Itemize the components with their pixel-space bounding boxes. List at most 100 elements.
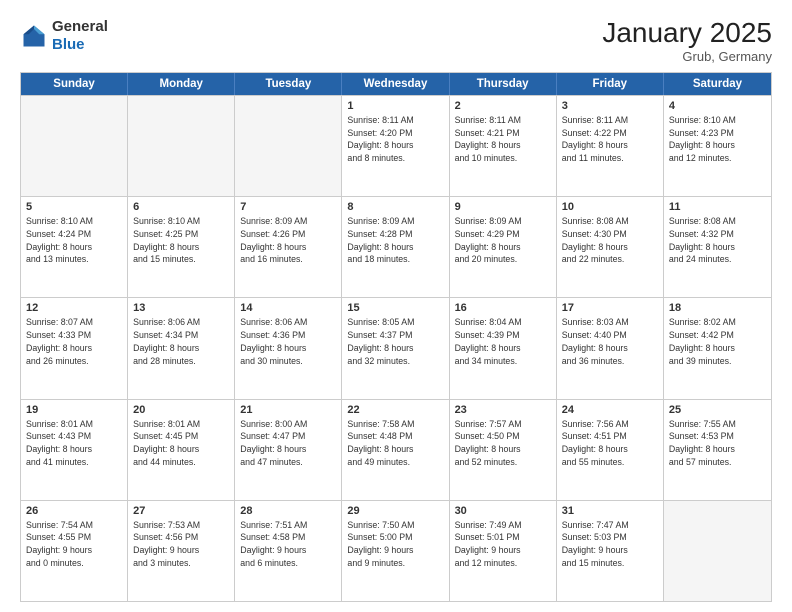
day-info: Sunrise: 8:01 AM Sunset: 4:45 PM Dayligh… bbox=[133, 418, 229, 469]
calendar-week: 12 Sunrise: 8:07 AM Sunset: 4:33 PM Dayli… bbox=[21, 297, 771, 398]
calendar-cell: 8 Sunrise: 8:09 AM Sunset: 4:28 PM Daylig… bbox=[342, 197, 449, 297]
day-info: Sunrise: 8:08 AM Sunset: 4:32 PM Dayligh… bbox=[669, 215, 766, 266]
calendar-cell: 24Sunrise: 7:56 AM Sunset: 4:51 PM Dayli… bbox=[557, 400, 664, 500]
calendar-cell: 30 Sunrise: 7:49 AM Sunset: 5:01 PM Dayli… bbox=[450, 501, 557, 601]
day-info: Sunrise: 8:11 AM Sunset: 4:20 PM Dayligh… bbox=[347, 114, 443, 165]
day-number: 29 bbox=[347, 505, 443, 517]
calendar-header-cell: Tuesday bbox=[235, 73, 342, 95]
calendar-cell: 19Sunrise: 8:01 AM Sunset: 4:43 PM Dayli… bbox=[21, 400, 128, 500]
day-number: 13 bbox=[133, 302, 229, 314]
day-number: 18 bbox=[669, 302, 766, 314]
day-info: Sunrise: 8:11 AM Sunset: 4:22 PM Dayligh… bbox=[562, 114, 658, 165]
day-number: 14 bbox=[240, 302, 336, 314]
calendar-week: 19Sunrise: 8:01 AM Sunset: 4:43 PM Dayli… bbox=[21, 399, 771, 500]
day-number: 7 bbox=[240, 201, 336, 213]
logo: General Blue bbox=[20, 18, 108, 54]
calendar-cell: 28 Sunrise: 7:51 AM Sunset: 4:58 PM Dayli… bbox=[235, 501, 342, 601]
calendar-header-cell: Monday bbox=[128, 73, 235, 95]
header: General Blue January 2025 Grub, Germany bbox=[20, 18, 772, 64]
calendar-subtitle: Grub, Germany bbox=[602, 49, 772, 64]
day-number: 19 bbox=[26, 404, 122, 416]
day-info: Sunrise: 7:53 AM Sunset: 4:56 PM Dayligh… bbox=[133, 519, 229, 570]
calendar-cell: 12 Sunrise: 8:07 AM Sunset: 4:33 PM Dayli… bbox=[21, 298, 128, 398]
calendar-header-cell: Wednesday bbox=[342, 73, 449, 95]
calendar-cell: 16 Sunrise: 8:04 AM Sunset: 4:39 PM Dayli… bbox=[450, 298, 557, 398]
day-number: 12 bbox=[26, 302, 122, 314]
calendar-header-cell: Friday bbox=[557, 73, 664, 95]
day-number: 26 bbox=[26, 505, 122, 517]
calendar-cell: 9 Sunrise: 8:09 AM Sunset: 4:29 PM Daylig… bbox=[450, 197, 557, 297]
day-number: 28 bbox=[240, 505, 336, 517]
day-number: 1 bbox=[347, 100, 443, 112]
calendar-cell: 23Sunrise: 7:57 AM Sunset: 4:50 PM Dayli… bbox=[450, 400, 557, 500]
calendar-cell: 18 Sunrise: 8:02 AM Sunset: 4:42 PM Dayli… bbox=[664, 298, 771, 398]
day-number: 23 bbox=[455, 404, 551, 416]
calendar-cell: 26 Sunrise: 7:54 AM Sunset: 4:55 PM Dayli… bbox=[21, 501, 128, 601]
day-info: Sunrise: 7:50 AM Sunset: 5:00 PM Dayligh… bbox=[347, 519, 443, 570]
logo-icon bbox=[20, 22, 48, 50]
day-info: Sunrise: 8:07 AM Sunset: 4:33 PM Dayligh… bbox=[26, 316, 122, 367]
day-info: Sunrise: 8:06 AM Sunset: 4:36 PM Dayligh… bbox=[240, 316, 336, 367]
calendar-cell: 3 Sunrise: 8:11 AM Sunset: 4:22 PM Daylig… bbox=[557, 96, 664, 196]
calendar-cell: 2 Sunrise: 8:11 AM Sunset: 4:21 PM Daylig… bbox=[450, 96, 557, 196]
day-number: 16 bbox=[455, 302, 551, 314]
day-info: Sunrise: 8:03 AM Sunset: 4:40 PM Dayligh… bbox=[562, 316, 658, 367]
calendar-header-row: SundayMondayTuesdayWednesdayThursdayFrid… bbox=[21, 73, 771, 95]
day-info: Sunrise: 7:58 AM Sunset: 4:48 PM Dayligh… bbox=[347, 418, 443, 469]
day-number: 8 bbox=[347, 201, 443, 213]
day-number: 2 bbox=[455, 100, 551, 112]
calendar-cell: 31Sunrise: 7:47 AM Sunset: 5:03 PM Dayli… bbox=[557, 501, 664, 601]
calendar-cell: 1 Sunrise: 8:11 AM Sunset: 4:20 PM Daylig… bbox=[342, 96, 449, 196]
day-info: Sunrise: 8:04 AM Sunset: 4:39 PM Dayligh… bbox=[455, 316, 551, 367]
day-info: Sunrise: 8:11 AM Sunset: 4:21 PM Dayligh… bbox=[455, 114, 551, 165]
calendar-cell: 6Sunrise: 8:10 AM Sunset: 4:25 PM Daylig… bbox=[128, 197, 235, 297]
calendar-header-cell: Saturday bbox=[664, 73, 771, 95]
day-info: Sunrise: 8:02 AM Sunset: 4:42 PM Dayligh… bbox=[669, 316, 766, 367]
day-number: 3 bbox=[562, 100, 658, 112]
logo-text: General Blue bbox=[52, 18, 108, 54]
day-info: Sunrise: 8:00 AM Sunset: 4:47 PM Dayligh… bbox=[240, 418, 336, 469]
day-info: Sunrise: 7:55 AM Sunset: 4:53 PM Dayligh… bbox=[669, 418, 766, 469]
calendar-cell: 11 Sunrise: 8:08 AM Sunset: 4:32 PM Dayli… bbox=[664, 197, 771, 297]
calendar-cell: 27 Sunrise: 7:53 AM Sunset: 4:56 PM Dayli… bbox=[128, 501, 235, 601]
calendar-week: 5 Sunrise: 8:10 AM Sunset: 4:24 PM Daylig… bbox=[21, 196, 771, 297]
calendar-cell: 17Sunrise: 8:03 AM Sunset: 4:40 PM Dayli… bbox=[557, 298, 664, 398]
day-info: Sunrise: 8:10 AM Sunset: 4:23 PM Dayligh… bbox=[669, 114, 766, 165]
calendar-cell: 7Sunrise: 8:09 AM Sunset: 4:26 PM Daylig… bbox=[235, 197, 342, 297]
day-info: Sunrise: 7:51 AM Sunset: 4:58 PM Dayligh… bbox=[240, 519, 336, 570]
calendar-cell bbox=[235, 96, 342, 196]
day-info: Sunrise: 7:49 AM Sunset: 5:01 PM Dayligh… bbox=[455, 519, 551, 570]
day-info: Sunrise: 8:05 AM Sunset: 4:37 PM Dayligh… bbox=[347, 316, 443, 367]
title-block: January 2025 Grub, Germany bbox=[602, 18, 772, 64]
day-info: Sunrise: 8:09 AM Sunset: 4:29 PM Dayligh… bbox=[455, 215, 551, 266]
day-info: Sunrise: 8:10 AM Sunset: 4:24 PM Dayligh… bbox=[26, 215, 122, 266]
day-number: 24 bbox=[562, 404, 658, 416]
day-number: 30 bbox=[455, 505, 551, 517]
calendar-cell bbox=[664, 501, 771, 601]
day-number: 15 bbox=[347, 302, 443, 314]
calendar-cell bbox=[21, 96, 128, 196]
day-number: 9 bbox=[455, 201, 551, 213]
day-number: 22 bbox=[347, 404, 443, 416]
day-number: 31 bbox=[562, 505, 658, 517]
day-info: Sunrise: 8:08 AM Sunset: 4:30 PM Dayligh… bbox=[562, 215, 658, 266]
calendar-cell: 5 Sunrise: 8:10 AM Sunset: 4:24 PM Daylig… bbox=[21, 197, 128, 297]
day-number: 20 bbox=[133, 404, 229, 416]
day-info: Sunrise: 7:54 AM Sunset: 4:55 PM Dayligh… bbox=[26, 519, 122, 570]
calendar-week: 26 Sunrise: 7:54 AM Sunset: 4:55 PM Dayli… bbox=[21, 500, 771, 601]
day-info: Sunrise: 8:09 AM Sunset: 4:28 PM Dayligh… bbox=[347, 215, 443, 266]
day-number: 4 bbox=[669, 100, 766, 112]
day-number: 21 bbox=[240, 404, 336, 416]
day-info: Sunrise: 8:10 AM Sunset: 4:25 PM Dayligh… bbox=[133, 215, 229, 266]
calendar-cell: 13 Sunrise: 8:06 AM Sunset: 4:34 PM Dayli… bbox=[128, 298, 235, 398]
day-number: 25 bbox=[669, 404, 766, 416]
calendar-week: 1 Sunrise: 8:11 AM Sunset: 4:20 PM Daylig… bbox=[21, 95, 771, 196]
day-info: Sunrise: 8:06 AM Sunset: 4:34 PM Dayligh… bbox=[133, 316, 229, 367]
calendar-cell: 4 Sunrise: 8:10 AM Sunset: 4:23 PM Daylig… bbox=[664, 96, 771, 196]
day-number: 5 bbox=[26, 201, 122, 213]
calendar-cell: 14 Sunrise: 8:06 AM Sunset: 4:36 PM Dayli… bbox=[235, 298, 342, 398]
day-number: 11 bbox=[669, 201, 766, 213]
day-number: 27 bbox=[133, 505, 229, 517]
calendar-body: 1 Sunrise: 8:11 AM Sunset: 4:20 PM Daylig… bbox=[21, 95, 771, 601]
page: General Blue January 2025 Grub, Germany … bbox=[0, 0, 792, 612]
